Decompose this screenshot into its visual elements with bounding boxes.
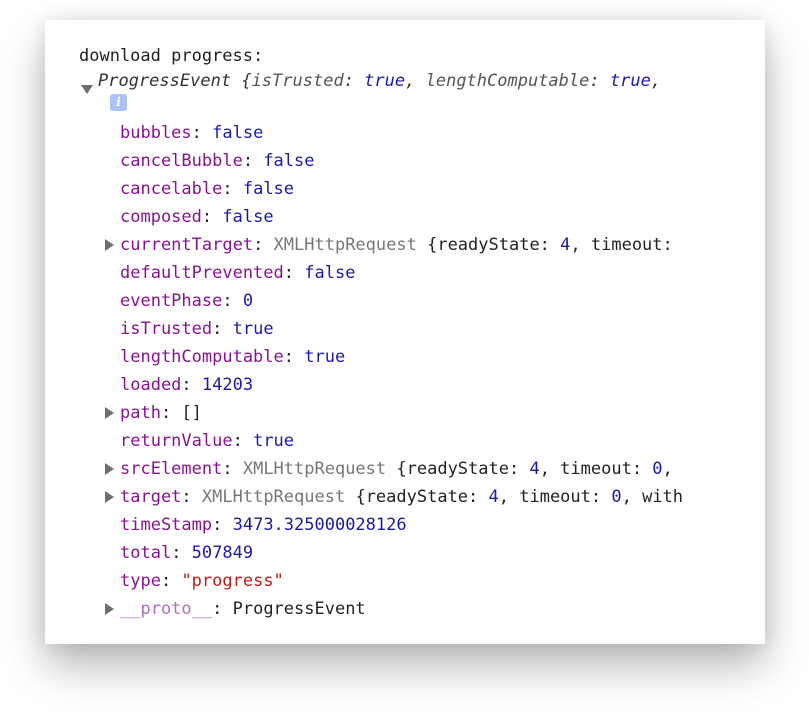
property-key: isTrusted xyxy=(120,319,213,339)
property-value: false xyxy=(263,151,315,171)
summary-class-name: ProgressEvent xyxy=(98,71,232,91)
property-key: currentTarget xyxy=(120,235,254,255)
property-row-proto[interactable]: __proto__: ProgressEvent xyxy=(79,595,745,623)
property-key: defaultPrevented xyxy=(120,263,284,283)
summary-key: isTrusted xyxy=(251,71,344,91)
property-colon: : xyxy=(222,291,243,311)
property-row-loaded: loaded: 14203 xyxy=(79,371,745,399)
property-value: XMLHttpRequest xyxy=(242,459,387,479)
property-colon: : xyxy=(191,123,213,143)
summary-brace: { xyxy=(241,71,252,91)
object-preview: {readyState: 4, timeout: 0, xyxy=(396,459,673,479)
property-row-cancelable: cancelable: false xyxy=(79,175,745,203)
property-colon: : xyxy=(242,151,264,171)
property-value: false xyxy=(242,179,295,199)
property-value: 0 xyxy=(242,291,254,311)
property-key: srcElement xyxy=(120,459,223,479)
property-value: XMLHttpRequest xyxy=(201,487,346,507)
info-row: i xyxy=(79,93,745,119)
summary-value: true xyxy=(609,71,651,91)
property-key: type xyxy=(120,571,161,591)
property-value: 3473.325000028126 xyxy=(232,515,407,535)
property-row-currenttarget[interactable]: currentTarget: XMLHttpRequest {readyStat… xyxy=(79,231,745,259)
property-colon: : xyxy=(160,571,182,591)
summary-key: lengthComputable xyxy=(425,71,590,91)
property-colon: : xyxy=(283,263,305,283)
property-key: timeStamp xyxy=(120,515,213,535)
info-icon[interactable]: i xyxy=(110,94,127,111)
property-key: cancelable xyxy=(120,179,223,199)
property-value: true xyxy=(232,319,274,339)
property-value: "progress" xyxy=(181,571,284,591)
property-colon: : xyxy=(171,543,192,563)
property-value: false xyxy=(212,123,264,143)
property-row-istrusted: isTrusted: true xyxy=(79,315,745,343)
property-row-timestamp: timeStamp: 3473.325000028126 xyxy=(79,511,745,539)
property-key: total xyxy=(120,543,172,563)
property-colon: : xyxy=(181,375,202,395)
property-row-target[interactable]: target: XMLHttpRequest {readyState: 4, t… xyxy=(79,483,745,511)
expand-triangle-right-icon[interactable] xyxy=(105,491,114,503)
property-row-srcelement[interactable]: srcElement: XMLHttpRequest {readyState: … xyxy=(79,455,745,483)
property-value: false xyxy=(222,207,274,227)
property-colon: : xyxy=(201,207,223,227)
property-row-total: total: 507849 xyxy=(79,539,745,567)
property-row-type: type: "progress" xyxy=(79,567,745,595)
property-key: lengthComputable xyxy=(120,347,284,367)
object-summary[interactable]: ProgressEvent {isTrusted: true, lengthCo… xyxy=(79,69,745,94)
expand-triangle-right-icon[interactable] xyxy=(105,463,114,475)
expand-triangle-right-icon[interactable] xyxy=(105,407,114,419)
property-colon: : xyxy=(253,235,274,255)
property-key: eventPhase xyxy=(120,291,223,311)
property-colon: : xyxy=(181,487,202,507)
expand-triangle-right-icon[interactable] xyxy=(105,239,114,251)
property-value: 14203 xyxy=(201,375,254,395)
property-row-defaultprevented: defaultPrevented: false xyxy=(79,259,745,287)
expand-triangle-right-icon[interactable] xyxy=(105,603,114,615)
property-row-eventphase: eventPhase: 0 xyxy=(79,287,745,315)
property-value: ProgressEvent xyxy=(232,599,366,619)
property-key: path xyxy=(120,403,161,423)
property-list: bubbles: false cancelBubble: false cancela… xyxy=(79,119,745,623)
property-key: returnValue xyxy=(120,431,233,451)
property-key: composed xyxy=(120,207,202,227)
object-preview: {readyState: 4, timeout: 0, with xyxy=(355,487,684,507)
property-value: true xyxy=(253,431,295,451)
property-key: bubbles xyxy=(120,123,192,143)
property-colon: : xyxy=(212,515,233,535)
summary-value: true xyxy=(364,71,406,91)
property-key: __proto__ xyxy=(120,599,213,619)
property-key: target xyxy=(120,487,182,507)
property-value: false xyxy=(304,263,356,283)
property-colon: : xyxy=(283,347,305,367)
property-colon: : xyxy=(222,459,243,479)
property-value: [] xyxy=(181,403,202,423)
property-value: true xyxy=(304,347,346,367)
property-row-bubbles: bubbles: false xyxy=(79,119,745,147)
property-colon: : xyxy=(212,319,233,339)
console-panel: download progress: ProgressEvent {isTrus… xyxy=(45,20,765,644)
property-row-returnvalue: returnValue: true xyxy=(79,427,745,455)
property-row-cancelbubble: cancelBubble: false xyxy=(79,147,745,175)
property-colon: : xyxy=(232,431,254,451)
object-preview: {readyState: 4, timeout: xyxy=(427,235,673,255)
property-value: 507849 xyxy=(191,543,254,563)
property-row-path[interactable]: path: [] xyxy=(79,399,745,427)
property-colon: : xyxy=(160,403,182,423)
console-output: download progress: ProgressEvent {isTrus… xyxy=(79,44,745,623)
property-row-lengthcomputable: lengthComputable: true xyxy=(79,343,745,371)
property-row-composed: composed: false xyxy=(79,203,745,231)
property-colon: : xyxy=(212,599,233,619)
property-value: XMLHttpRequest xyxy=(273,235,417,255)
property-key: cancelBubble xyxy=(120,151,243,171)
property-colon: : xyxy=(222,179,243,199)
property-key: loaded xyxy=(120,375,182,395)
log-message: download progress: xyxy=(79,46,264,66)
